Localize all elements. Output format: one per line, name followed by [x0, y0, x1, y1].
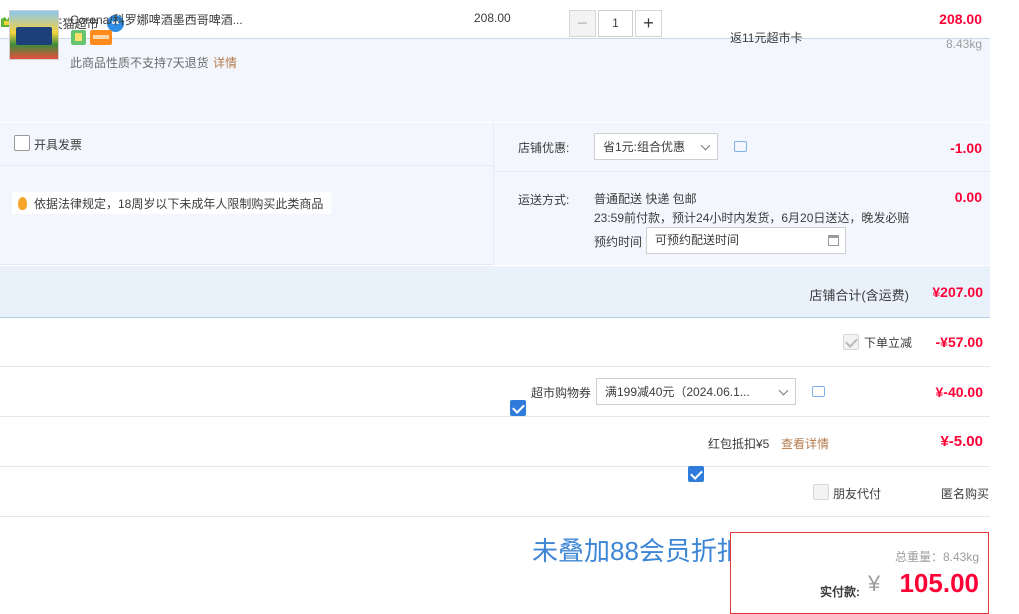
instant-discount-amount: -¥57.00: [935, 334, 983, 350]
coupon-value: 满199减40元（2024.06.1...: [605, 385, 750, 399]
message-icon[interactable]: [734, 141, 747, 152]
shop-discount-value: 省1元:组合优惠: [603, 140, 686, 154]
shop-discount-amount: -1.00: [950, 140, 982, 156]
annotation-text: 未叠加88会员折扣: [532, 536, 743, 566]
cart-item-row: [0, 38, 990, 122]
product-title[interactable]: Corona/科罗娜啤酒墨西哥啤酒...: [70, 11, 260, 28]
shipping-label: 运送方式:: [518, 193, 570, 207]
divider: [0, 516, 990, 517]
total-weight: 总重量：8.43kg: [894, 550, 979, 564]
shop-discount-label: 店铺优惠:: [518, 141, 570, 155]
reserve-time-input[interactable]: 可预约配送时间: [646, 227, 846, 254]
quantity-input[interactable]: 1: [598, 10, 633, 37]
red-packet-detail-link[interactable]: 查看详情: [781, 435, 829, 452]
coupon-checkbox[interactable]: [510, 400, 526, 416]
divider: [0, 466, 990, 467]
invoice-checkbox[interactable]: [14, 135, 30, 151]
message-icon[interactable]: [812, 386, 825, 397]
age-restriction-notice: 依据法律规定，18周岁以下未成年人限制购买此类商品: [12, 192, 332, 214]
friend-pay-checkbox[interactable]: [813, 484, 829, 500]
instant-discount-label: 下单立减: [864, 336, 913, 350]
payment-label: 实付款:: [820, 585, 860, 599]
divider: [494, 171, 990, 172]
calendar-icon: [828, 235, 839, 246]
unit-price: 208.00: [474, 11, 511, 25]
chevron-down-icon: [700, 140, 711, 151]
reserve-time-placeholder: 可预约配送时间: [655, 233, 740, 247]
lightbulb-icon: [18, 196, 27, 210]
reserve-time-label: 预约时间: [594, 235, 643, 249]
shipping-method: 普通配送 快递 包邮: [594, 192, 697, 206]
coupon-label[interactable]: 超市购物券: [531, 384, 591, 401]
payment-amount: 105.00: [899, 568, 979, 598]
coupon-select[interactable]: 满199减40元（2024.06.1...: [596, 378, 796, 405]
instant-discount-checkbox[interactable]: [843, 334, 859, 350]
rebate-text: 返11元超市卡: [730, 31, 803, 45]
chevron-down-icon: [778, 385, 789, 396]
currency-symbol: ¥: [868, 571, 881, 596]
shipping-eta: 23:59前付款，预计24小时内发货，6月20日送达，晚发必赔: [594, 211, 910, 225]
quantity-plus-button[interactable]: +: [635, 10, 662, 37]
quantity-minus-button[interactable]: −: [569, 10, 596, 37]
red-packet-amount: ¥-5.00: [940, 433, 983, 450]
red-packet-label[interactable]: 红包抵扣¥5: [708, 435, 769, 452]
card-badge-icon: [90, 30, 112, 45]
divider: [0, 416, 990, 417]
service-badge-icon: [71, 30, 86, 45]
divider: [0, 366, 990, 367]
shop-total-value: ¥207.00: [932, 284, 983, 300]
quantity-stepper: − 1 +: [569, 10, 662, 37]
item-weight: 8.43kg: [945, 37, 982, 51]
invoice-label[interactable]: 开具发票: [34, 136, 82, 153]
red-packet-checkbox[interactable]: [688, 466, 704, 482]
shop-total-label: 店铺合计(含运费): [809, 288, 909, 303]
anonymous-label[interactable]: 匿名购买: [941, 485, 989, 502]
coupon-amount: ¥-40.00: [935, 384, 983, 400]
divider: [0, 165, 493, 166]
item-line-total: 208.00: [939, 11, 982, 27]
friend-pay-label[interactable]: 朋友代付: [833, 485, 881, 502]
divider: [493, 123, 494, 265]
product-thumbnail[interactable]: [9, 10, 59, 60]
no-return-notice: 此商品性质不支持7天退货: [70, 56, 209, 70]
shipping-amount: 0.00: [954, 189, 982, 205]
shop-discount-select[interactable]: 省1元:组合优惠: [594, 133, 718, 160]
no-return-detail-link[interactable]: 详情: [213, 54, 237, 71]
notice-text: 依据法律规定，18周岁以下未成年人限制购买此类商品: [34, 196, 324, 211]
